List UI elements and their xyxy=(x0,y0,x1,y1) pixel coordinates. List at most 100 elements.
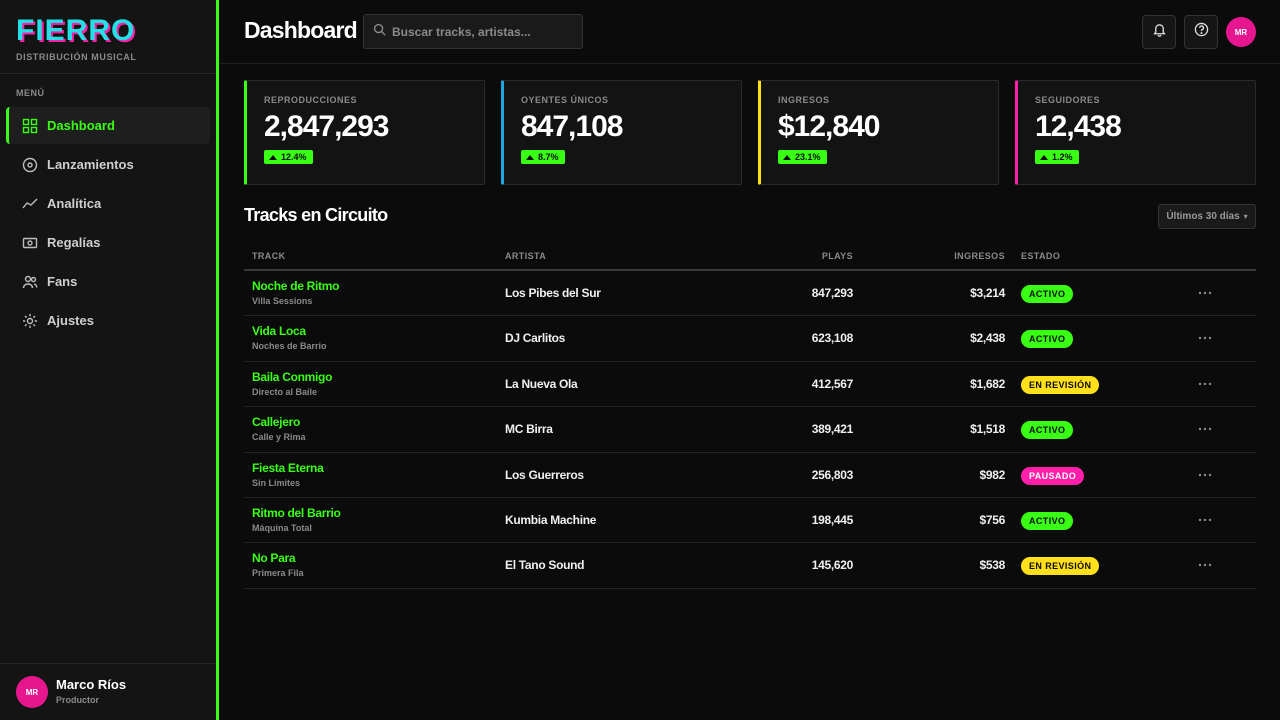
more-options-icon[interactable] xyxy=(1196,556,1214,574)
table-row[interactable]: Noche de Ritmo Villa Sessions Los Pibes de… xyxy=(244,271,1256,317)
sidebar-item-label: Analítica xyxy=(47,196,102,211)
arrow-up-icon xyxy=(1040,154,1048,160)
money-icon xyxy=(22,235,38,251)
stat-delta: 8.7% xyxy=(538,152,559,162)
track-revenue: $1,518 xyxy=(970,422,1005,437)
section-title: Tracks en Circuito xyxy=(244,205,388,225)
track-artist[interactable]: El Tano Sound xyxy=(505,558,585,572)
brand[interactable]: FIERRO DISTRIBUCIÓN MUSICAL xyxy=(16,14,137,62)
stat-delta-badge: 23.1% xyxy=(778,150,827,164)
track-album: Directo al Baile xyxy=(252,386,318,397)
sidebar-item-analitica[interactable]: Analítica xyxy=(6,185,210,222)
menu-label: MENÚ xyxy=(16,88,45,98)
user-role: Productor xyxy=(56,695,100,705)
track-title[interactable]: Noche de Ritmo xyxy=(252,279,339,293)
track-album: Primera Fila xyxy=(252,568,304,579)
status-badge: PAUSADO xyxy=(1021,466,1085,485)
table-row[interactable]: Baila Conmigo Directo al Baile La Nueva Ol… xyxy=(244,362,1256,408)
more-options-icon[interactable] xyxy=(1196,375,1214,393)
sidebar-item-lanzamientos[interactable]: Lanzamientos xyxy=(6,146,210,183)
stat-card-seguidores: SEGUIDORES 12,438 1.2% xyxy=(1015,80,1256,185)
sidebar-item-label: Regalías xyxy=(47,235,101,250)
column-header-track[interactable]: TRACK xyxy=(252,251,286,261)
arrow-up-icon xyxy=(269,154,277,160)
track-plays: 256,803 xyxy=(811,467,854,482)
arrow-up-icon xyxy=(783,154,791,160)
track-artist[interactable]: Los Guerreros xyxy=(505,468,584,482)
stat-delta-badge: 12.4% xyxy=(264,150,313,164)
sidebar-item-regalias[interactable]: Regalías xyxy=(6,224,210,261)
track-title[interactable]: Vida Loca xyxy=(252,324,306,338)
track-title[interactable]: Callejero xyxy=(252,415,300,429)
sidebar-accent-border xyxy=(216,0,219,720)
track-artist[interactable]: MC Birra xyxy=(505,422,553,436)
table-body: Noche de Ritmo Villa Sessions Los Pibes de… xyxy=(244,271,1256,589)
column-header-status[interactable]: ESTADO xyxy=(1021,251,1060,261)
top-bar: Dashboard MR xyxy=(219,0,1280,64)
logo-tagline: DISTRIBUCIÓN MUSICAL xyxy=(16,52,137,62)
stat-delta-badge: 8.7% xyxy=(521,150,565,164)
stat-delta: 1.2% xyxy=(1052,152,1073,162)
track-title[interactable]: No Para xyxy=(252,551,296,565)
search-input[interactable] xyxy=(392,24,572,39)
track-artist[interactable]: Los Pibes del Sur xyxy=(505,286,601,300)
status-badge: ACTIVO xyxy=(1021,421,1074,440)
page-title: Dashboard xyxy=(244,17,358,43)
more-options-icon[interactable] xyxy=(1196,329,1214,347)
track-title[interactable]: Ritmo del Barrio xyxy=(252,506,341,520)
sidebar-item-ajustes[interactable]: Ajustes xyxy=(6,302,210,339)
more-options-icon[interactable] xyxy=(1196,284,1214,302)
track-revenue: $1,682 xyxy=(970,376,1005,391)
table-row[interactable]: Ritmo del Barrio Máquina Total Kumbia Mach… xyxy=(244,498,1256,544)
track-revenue: $756 xyxy=(979,512,1006,527)
trend-icon xyxy=(22,196,38,212)
stat-delta-badge: 1.2% xyxy=(1035,150,1079,164)
stat-card-reproducciones: REPRODUCCIONES 2,847,293 12.4% xyxy=(244,80,485,185)
track-artist[interactable]: DJ Carlitos xyxy=(505,331,565,345)
sidebar-item-fans[interactable]: Fans xyxy=(6,263,210,300)
more-options-icon[interactable] xyxy=(1196,466,1214,484)
notifications-button[interactable] xyxy=(1142,15,1176,49)
table-row[interactable]: No Para Primera Fila El Tano Sound 145,620 $… xyxy=(244,543,1256,589)
table-row[interactable]: Vida Loca Noches de Barrio DJ Carlitos 623,… xyxy=(244,316,1256,362)
gear-icon xyxy=(22,313,38,329)
help-button[interactable] xyxy=(1184,15,1218,49)
date-range-dropdown[interactable]: Últimos 30 días ▾ xyxy=(1158,204,1256,229)
column-header-plays[interactable]: PLAYS xyxy=(822,251,853,261)
column-header-artist[interactable]: ARTISTA xyxy=(505,251,546,261)
stat-value: 847,108 xyxy=(521,110,623,143)
stat-label: INGRESOS xyxy=(778,95,830,105)
more-options-icon[interactable] xyxy=(1196,511,1214,529)
sidebar-item-dashboard[interactable]: Dashboard xyxy=(6,107,210,144)
track-artist[interactable]: Kumbia Machine xyxy=(505,513,596,527)
track-revenue: $3,214 xyxy=(970,286,1005,300)
user-profile[interactable]: MR Marco Ríos Productor xyxy=(16,676,126,708)
stat-value: 12,438 xyxy=(1035,110,1122,143)
track-album: Sin Límites xyxy=(252,477,301,488)
avatar: MR xyxy=(16,676,48,708)
more-options-icon[interactable] xyxy=(1196,420,1214,438)
chevron-down-icon: ▾ xyxy=(1243,212,1248,221)
header-avatar[interactable]: MR xyxy=(1226,17,1256,47)
track-revenue: $982 xyxy=(979,467,1006,482)
arrow-up-icon xyxy=(526,154,534,160)
bell-icon xyxy=(1152,22,1167,42)
sidebar-item-label: Ajustes xyxy=(47,313,94,328)
track-plays: 389,421 xyxy=(811,422,854,437)
track-album: Villa Sessions xyxy=(252,296,313,306)
track-artist[interactable]: La Nueva Ola xyxy=(505,377,578,391)
table-row[interactable]: Callejero Calle y Rima MC Birra 389,421 $1,5… xyxy=(244,407,1256,453)
users-icon xyxy=(22,274,38,290)
search-box[interactable] xyxy=(363,14,583,49)
user-name: Marco Ríos xyxy=(56,677,127,692)
track-album: Máquina Total xyxy=(252,522,312,533)
table-row[interactable]: Fiesta Eterna Sin Límites Los Guerreros 256… xyxy=(244,453,1256,498)
disc-icon xyxy=(22,157,38,173)
track-plays: 145,620 xyxy=(811,558,854,573)
track-title[interactable]: Fiesta Eterna xyxy=(252,461,324,475)
column-header-revenue[interactable]: INGRESOS xyxy=(954,251,1005,261)
stat-value: $12,840 xyxy=(778,110,880,143)
stats-cards: REPRODUCCIONES 2,847,293 12.4% OYENTES Ú… xyxy=(244,80,1256,185)
sidebar-item-label: Fans xyxy=(47,274,78,289)
track-title[interactable]: Baila Conmigo xyxy=(252,370,332,384)
